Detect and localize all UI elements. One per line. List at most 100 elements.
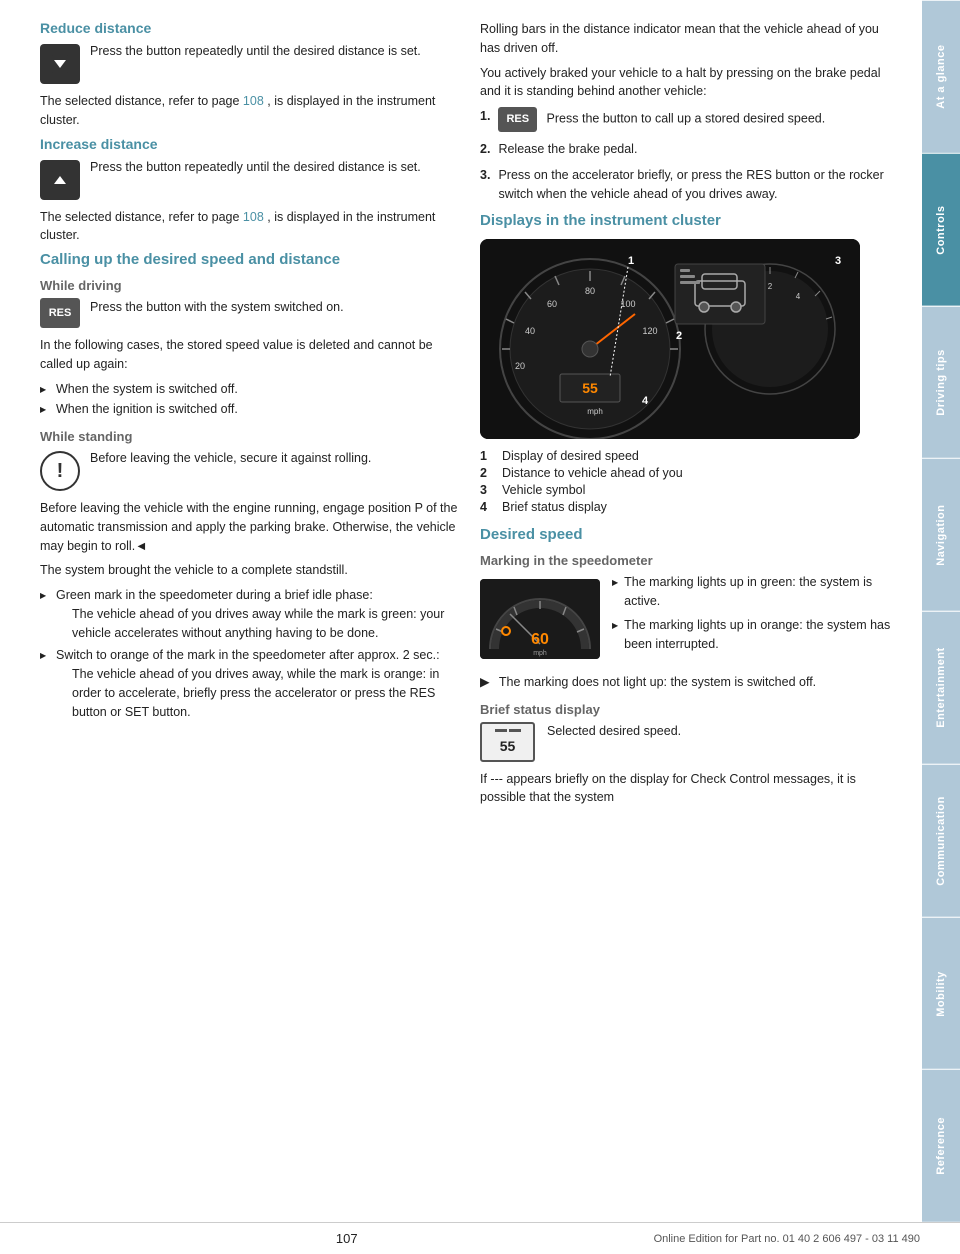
sidebar-item-controls[interactable]: Controls (922, 153, 960, 306)
status-display-box: 55 (480, 722, 535, 762)
sidebar-item-reference[interactable]: Reference (922, 1069, 960, 1222)
displays-heading: Displays in the instrument cluster (480, 212, 892, 229)
increase-distance-section: Increase distance Press the button repea… (40, 136, 460, 246)
cluster-label-3: 3 Vehicle symbol (480, 483, 892, 497)
desired-speed-heading: Desired speed (480, 526, 892, 543)
sidebar: At a glance Controls Driving tips Naviga… (922, 0, 960, 1222)
speedometer-mini-image: 60 mph (480, 579, 600, 659)
footer-right: Online Edition for Part no. 01 40 2 606 … (654, 1233, 920, 1245)
while-driving-section: While driving RES Press the button with … (40, 278, 460, 419)
calling-up-heading: Calling up the desired speed and distanc… (40, 251, 460, 268)
sidebar-item-communication[interactable]: Communication (922, 764, 960, 917)
down-arrow-icon (49, 53, 71, 75)
svg-text:40: 40 (525, 326, 535, 336)
svg-text:60: 60 (531, 631, 549, 648)
reduce-distance-body: The selected distance, refer to page 108… (40, 92, 460, 130)
res-button-step1[interactable]: RES (498, 107, 537, 132)
displays-section: Displays in the instrument cluster (480, 212, 892, 514)
svg-text:55: 55 (582, 380, 598, 396)
desired-speed-section: Desired speed Marking in the speedometer (480, 526, 892, 807)
while-driving-bullets: When the system is switched off. When th… (40, 380, 460, 420)
reduce-distance-text: Press the button repeatedly until the de… (90, 42, 421, 61)
step-2: 2. Release the brake pedal. (480, 140, 892, 159)
right-column: Rolling bars in the distance indicator m… (480, 20, 892, 1192)
warning-icon: ! (40, 451, 80, 491)
res-button-driving[interactable]: RES (40, 298, 80, 328)
marking-row: 60 mph The marking lights up in green: t… (480, 573, 892, 665)
cluster-svg: 80 100 120 60 40 20 mph 55 (480, 239, 860, 439)
bullet-item-green: Green mark in the speedometer during a b… (40, 586, 460, 642)
while-driving-heading: While driving (40, 278, 460, 293)
svg-text:120: 120 (642, 326, 657, 336)
while-standing-heading: While standing (40, 429, 460, 444)
final-text: If --- appears briefly on the display fo… (480, 770, 892, 808)
sidebar-item-at-a-glance[interactable]: At a glance (922, 0, 960, 153)
while-driving-text: Press the button with the system switche… (90, 298, 344, 317)
bullet-item: When the ignition is switched off. (40, 400, 460, 419)
cluster-label-1: 1 Display of desired speed (480, 449, 892, 463)
bullet-item-orange: Switch to orange of the mark in the spee… (40, 646, 460, 721)
svg-text:mph: mph (533, 650, 547, 657)
step-1: 1. RES Press the button to call up a sto… (480, 107, 892, 132)
svg-text:4: 4 (642, 395, 649, 407)
while-standing-body2: The system brought the vehicle to a comp… (40, 561, 460, 580)
sidebar-item-entertainment[interactable]: Entertainment (922, 611, 960, 764)
svg-text:60: 60 (547, 299, 557, 309)
sidebar-item-mobility[interactable]: Mobility (922, 917, 960, 1070)
svg-text:mph: mph (587, 407, 603, 416)
braked-intro: You actively braked your vehicle to a ha… (480, 64, 892, 102)
increase-distance-icon[interactable] (40, 160, 80, 200)
marking-bullet-orange: The marking lights up in orange: the sys… (612, 616, 892, 654)
svg-text:1: 1 (628, 255, 634, 267)
while-standing-warning-row: ! Before leaving the vehicle, secure it … (40, 449, 460, 491)
svg-text:20: 20 (515, 361, 525, 371)
calling-up-section: Calling up the desired speed and distanc… (40, 251, 460, 721)
marking-bullets: The marking lights up in green: the syst… (612, 573, 892, 654)
page-wrapper: Reduce distance Press the button repeate… (0, 0, 960, 1222)
increase-distance-heading: Increase distance (40, 136, 460, 152)
while-standing-body1: Before leaving the vehicle with the engi… (40, 499, 460, 555)
marking-subheading: Marking in the speedometer (480, 553, 892, 568)
while-driving-body: In the following cases, the stored speed… (40, 336, 460, 374)
reduce-distance-heading: Reduce distance (40, 20, 460, 36)
sidebar-item-navigation[interactable]: Navigation (922, 458, 960, 611)
speedometer-mini-svg: 60 mph (480, 579, 600, 659)
reduce-page-link[interactable]: 108 (243, 94, 264, 108)
cluster-label-2: 2 Distance to vehicle ahead of you (480, 466, 892, 480)
status-display-number: 55 (500, 738, 516, 754)
increase-distance-body: The selected distance, refer to page 108… (40, 208, 460, 246)
brief-status-text: Selected desired speed. (547, 722, 681, 741)
status-display-bars (495, 729, 521, 732)
numbered-steps: 1. RES Press the button to call up a sto… (480, 107, 892, 204)
status-bar-1 (495, 729, 507, 732)
svg-text:3: 3 (835, 255, 841, 267)
cluster-labels: 1 Display of desired speed 2 Distance to… (480, 449, 892, 514)
svg-text:4: 4 (796, 292, 801, 301)
sidebar-item-driving-tips[interactable]: Driving tips (922, 306, 960, 459)
reduce-distance-icon[interactable] (40, 44, 80, 84)
marking-bullet-green: The marking lights up in green: the syst… (612, 573, 892, 611)
while-driving-button-row: RES Press the button with the system swi… (40, 298, 460, 328)
no-light-text: ▶ The marking does not light up: the sys… (480, 673, 892, 692)
svg-text:2: 2 (768, 282, 773, 291)
increase-page-link[interactable]: 108 (243, 210, 264, 224)
reduce-distance-section: Reduce distance Press the button repeate… (40, 20, 460, 130)
step-3: 3. Press on the accelerator briefly, or … (480, 166, 892, 204)
page-number: 107 (40, 1231, 654, 1246)
brief-status-subheading: Brief status display (480, 702, 892, 717)
instrument-cluster-image: 80 100 120 60 40 20 mph 55 (480, 239, 860, 439)
cluster-label-4: 4 Brief status display (480, 500, 892, 514)
sub-bullet-green: The vehicle ahead of you drives away whi… (72, 605, 460, 643)
status-bar-2 (509, 729, 521, 732)
bullet-item: When the system is switched off. (40, 380, 460, 399)
reduce-distance-button-row: Press the button repeatedly until the de… (40, 42, 460, 84)
brief-status-row: 55 Selected desired speed. (480, 722, 892, 762)
page-footer: 107 Online Edition for Part no. 01 40 2 … (0, 1222, 960, 1254)
while-standing-bullets: Green mark in the speedometer during a b… (40, 586, 460, 721)
up-arrow-icon (49, 169, 71, 191)
rolling-bars-text: Rolling bars in the distance indicator m… (480, 20, 892, 58)
left-column: Reduce distance Press the button repeate… (40, 20, 460, 1192)
increase-distance-text: Press the button repeatedly until the de… (90, 158, 421, 177)
svg-text:2: 2 (676, 330, 682, 342)
brief-status-section: Brief status display 55 Selected desired… (480, 702, 892, 808)
